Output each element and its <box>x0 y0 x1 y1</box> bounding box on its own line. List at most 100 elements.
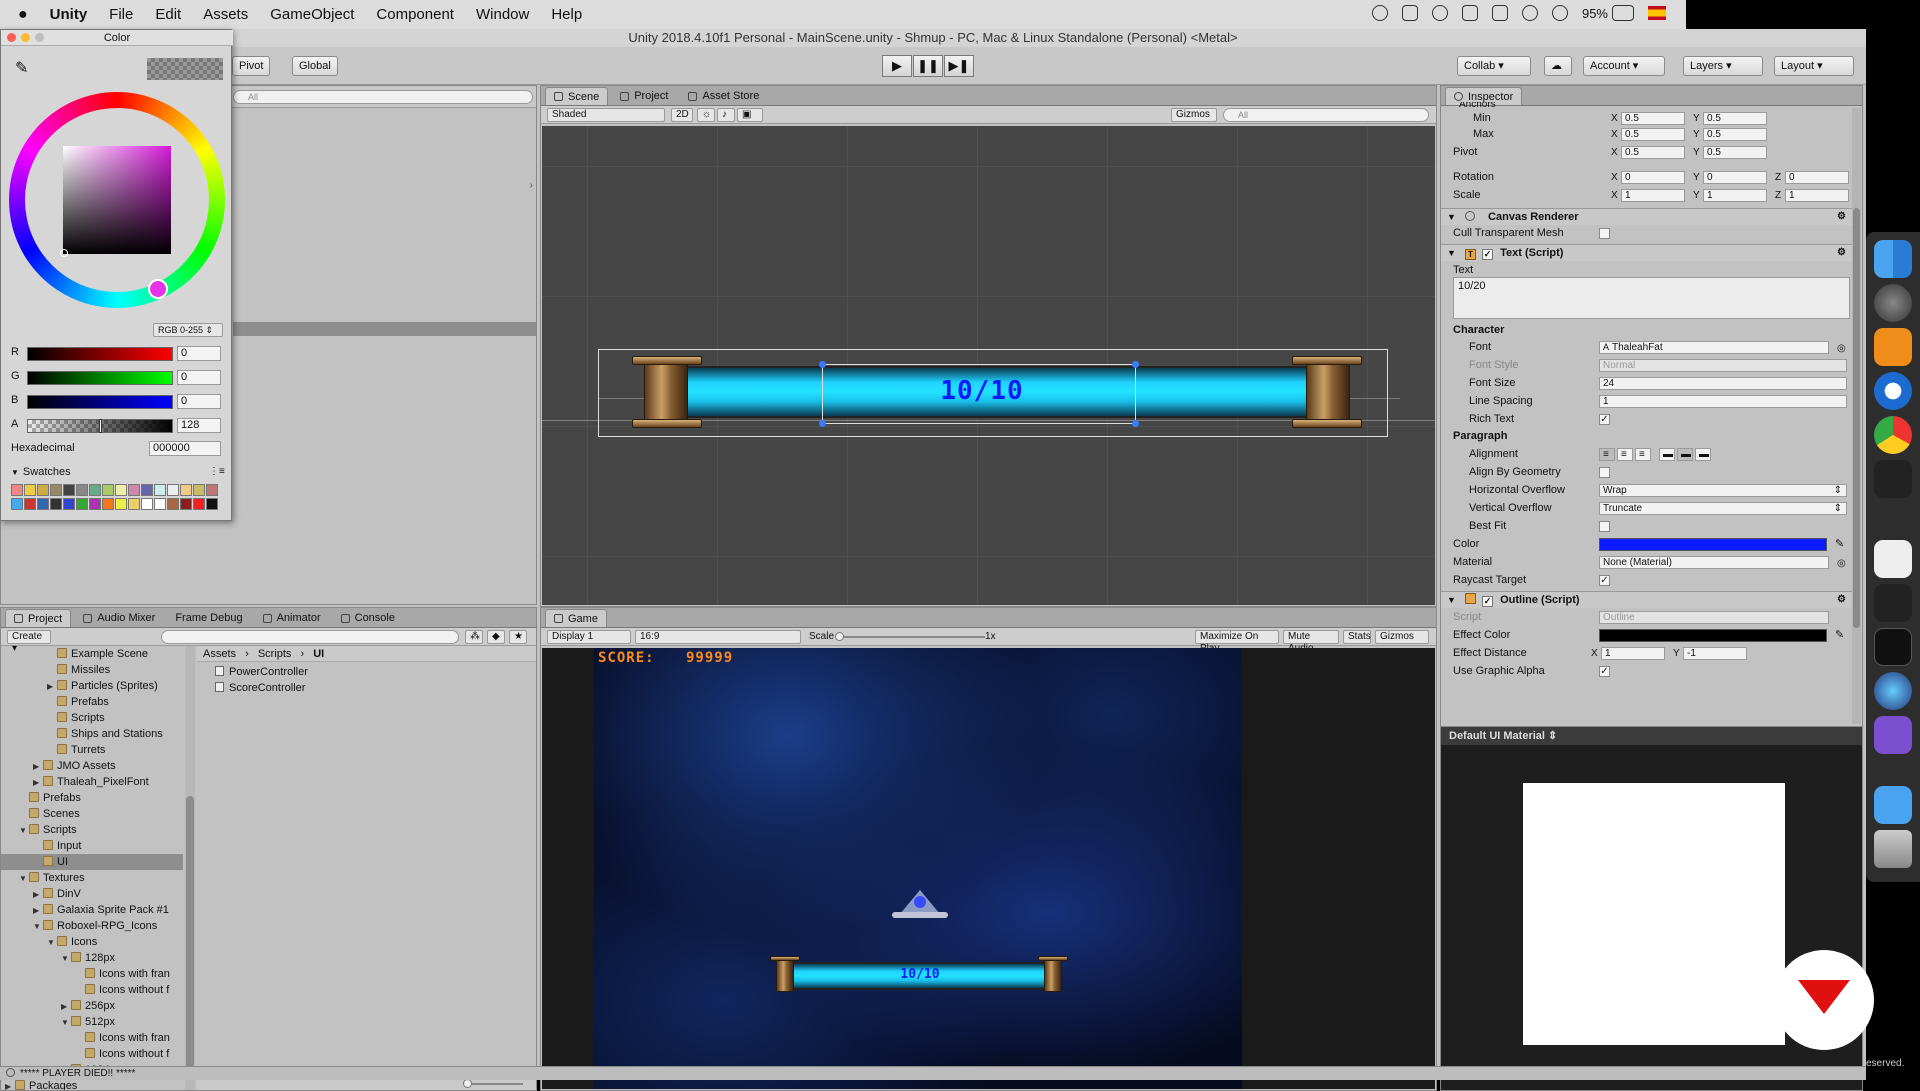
color-swatch[interactable] <box>63 498 75 510</box>
folder-tree-item[interactable]: ▶ Galaxia Sprite Pack #1 <box>1 902 183 918</box>
menu-app[interactable]: Unity <box>50 6 88 23</box>
line-spacing-field[interactable]: 1 <box>1599 395 1847 408</box>
color-swatch[interactable] <box>11 498 23 510</box>
object-picker-icon[interactable]: ◎ <box>1837 341 1846 356</box>
color-swatch[interactable] <box>63 484 75 496</box>
color-swatch[interactable] <box>141 484 153 496</box>
folder-tree-item[interactable]: ▶ Thaleah_PixelFont <box>1 774 183 790</box>
folder-tree-item[interactable]: Example Scene <box>1 646 183 662</box>
align-bottom-button[interactable]: ▬ <box>1695 448 1711 461</box>
vertical-overflow-dropdown[interactable]: Truncate ⇕ <box>1599 502 1847 515</box>
unity-icon[interactable] <box>1874 584 1912 622</box>
hex-field[interactable]: 000000 <box>149 441 221 456</box>
color-swatch[interactable] <box>180 484 192 496</box>
folder-tree-item[interactable]: Turrets <box>1 742 183 758</box>
color-swatch[interactable] <box>50 498 62 510</box>
best-fit-checkbox[interactable] <box>1599 521 1610 532</box>
color-swatch[interactable] <box>89 498 101 510</box>
tab-audio-mixer[interactable]: Audio Mixer <box>75 609 163 627</box>
rotation-z[interactable]: 0 <box>1785 171 1849 184</box>
record-icon[interactable] <box>1371 5 1388 21</box>
color-swatch[interactable] <box>206 498 218 510</box>
sv-handle[interactable] <box>60 249 68 257</box>
a-slider-thumb[interactable] <box>99 419 102 433</box>
folder-tree-item[interactable]: Icons without f <box>1 1046 183 1062</box>
hierarchy-selected-row[interactable] <box>233 322 536 336</box>
color-swatch[interactable] <box>115 498 127 510</box>
color-swatch[interactable] <box>89 484 101 496</box>
layers-dropdown[interactable]: Layers ▾ <box>1683 56 1763 76</box>
folder-tree-item[interactable]: Prefabs <box>1 694 183 710</box>
scene-health-bar[interactable]: 10/10 <box>632 354 1362 430</box>
tab-animator[interactable]: Animator <box>255 609 329 627</box>
creative-cloud-icon[interactable] <box>1431 5 1448 21</box>
rect-handle[interactable] <box>1132 361 1139 368</box>
swatches-menu-icon[interactable]: ⋮≡ <box>209 466 225 477</box>
trash-icon[interactable] <box>1874 830 1912 868</box>
folder-expand-arrow[interactable]: ▶ <box>47 679 57 695</box>
canvas-renderer-header[interactable]: ▼ Canvas Renderer ⚙ <box>1441 208 1852 225</box>
rotation-x[interactable]: 0 <box>1621 171 1685 184</box>
color-swatch[interactable] <box>154 498 166 510</box>
chrome-icon[interactable] <box>1874 416 1912 454</box>
folder-tree-item[interactable]: ▶ Particles (Sprites) <box>1 678 183 694</box>
lighting-icon[interactable]: ☼ <box>697 108 715 122</box>
text-script-header[interactable]: ▼ T ✓ Text (Script) ⚙ <box>1441 244 1852 261</box>
minimize-icon[interactable] <box>21 33 30 42</box>
game-gizmos-dropdown[interactable]: Gizmos <box>1375 630 1429 644</box>
tab-project-browser[interactable]: Project <box>5 609 72 627</box>
tweetbot-icon[interactable] <box>1401 5 1418 21</box>
text-enabled-checkbox[interactable]: ✓ <box>1482 249 1494 260</box>
aspect-dropdown[interactable]: 16:9 <box>635 630 801 644</box>
color-swatch[interactable] <box>37 498 49 510</box>
tab-console[interactable]: Console <box>333 609 403 627</box>
shading-dropdown[interactable]: Shaded <box>547 108 665 122</box>
folder-expand-arrow[interactable]: ▶ <box>33 775 43 791</box>
raycast-target-checkbox[interactable]: ✓ <box>1599 575 1610 586</box>
align-top-button[interactable]: ▬ <box>1659 448 1675 461</box>
audio-icon[interactable]: ♪ <box>717 108 735 122</box>
sublime-icon[interactable] <box>1874 328 1912 366</box>
color-swatch[interactable] <box>180 498 192 510</box>
folder-expand-arrow[interactable]: ▼ <box>19 871 29 887</box>
unity-hub-icon[interactable] <box>1874 460 1912 498</box>
folder-expand-arrow[interactable]: ▶ <box>33 903 43 919</box>
folder-tree-item[interactable]: ▼ Scripts <box>1 822 183 838</box>
pivot-y[interactable]: 0.5 <box>1703 146 1767 159</box>
tab-asset-store[interactable]: Asset Store <box>680 87 767 105</box>
scene-search[interactable]: All <box>1223 108 1429 122</box>
scene-viewport[interactable]: 10/10 <box>542 126 1435 605</box>
color-swatch[interactable] <box>128 498 140 510</box>
mode-2d-toggle[interactable]: 2D <box>671 108 693 122</box>
tab-game[interactable]: Game <box>545 609 607 627</box>
align-left-button[interactable]: ≡ <box>1599 448 1615 461</box>
favorite-star-icon[interactable]: ★ <box>509 630 527 644</box>
outline-enabled-checkbox[interactable]: ✓ <box>1482 596 1494 607</box>
play-button[interactable]: ▶ <box>882 55 912 77</box>
filter-type-icon[interactable]: ⁂ <box>465 630 483 644</box>
align-by-geometry-checkbox[interactable] <box>1599 467 1610 478</box>
color-swatch[interactable] <box>24 498 36 510</box>
color-swatch[interactable] <box>167 484 179 496</box>
folder-tree-item[interactable]: ▼ Icons <box>1 934 183 950</box>
global-toggle[interactable]: Global <box>292 56 338 76</box>
hierarchy-search[interactable]: All <box>233 90 533 104</box>
color-swatch[interactable] <box>24 484 36 496</box>
step-button[interactable]: ▶❚ <box>944 55 974 77</box>
font-size-field[interactable]: 24 <box>1599 377 1847 390</box>
font-field[interactable]: A ThaleahFat <box>1599 341 1829 354</box>
battery-icon[interactable] <box>1612 5 1634 21</box>
text-value-area[interactable]: 10/20 <box>1453 277 1850 319</box>
menu-gameobject[interactable]: GameObject <box>270 6 354 23</box>
folder-expand-arrow[interactable]: ▶ <box>33 759 43 775</box>
folder-tree-item[interactable]: Ships and Stations <box>1 726 183 742</box>
tab-scene[interactable]: Scene <box>545 87 609 105</box>
color-picker-titlebar[interactable]: Color <box>1 30 233 46</box>
font-style-dropdown[interactable]: Normal <box>1599 359 1847 372</box>
cloud-icon[interactable]: ☁ <box>1544 56 1572 76</box>
effect-distance-x[interactable]: 1 <box>1601 647 1665 660</box>
folder-tree-item[interactable]: ▼ Textures <box>1 870 183 886</box>
scale-x[interactable]: 1 <box>1621 189 1685 202</box>
a-field[interactable]: 128 <box>177 418 221 433</box>
breadcrumb-ui[interactable]: UI <box>313 648 324 660</box>
